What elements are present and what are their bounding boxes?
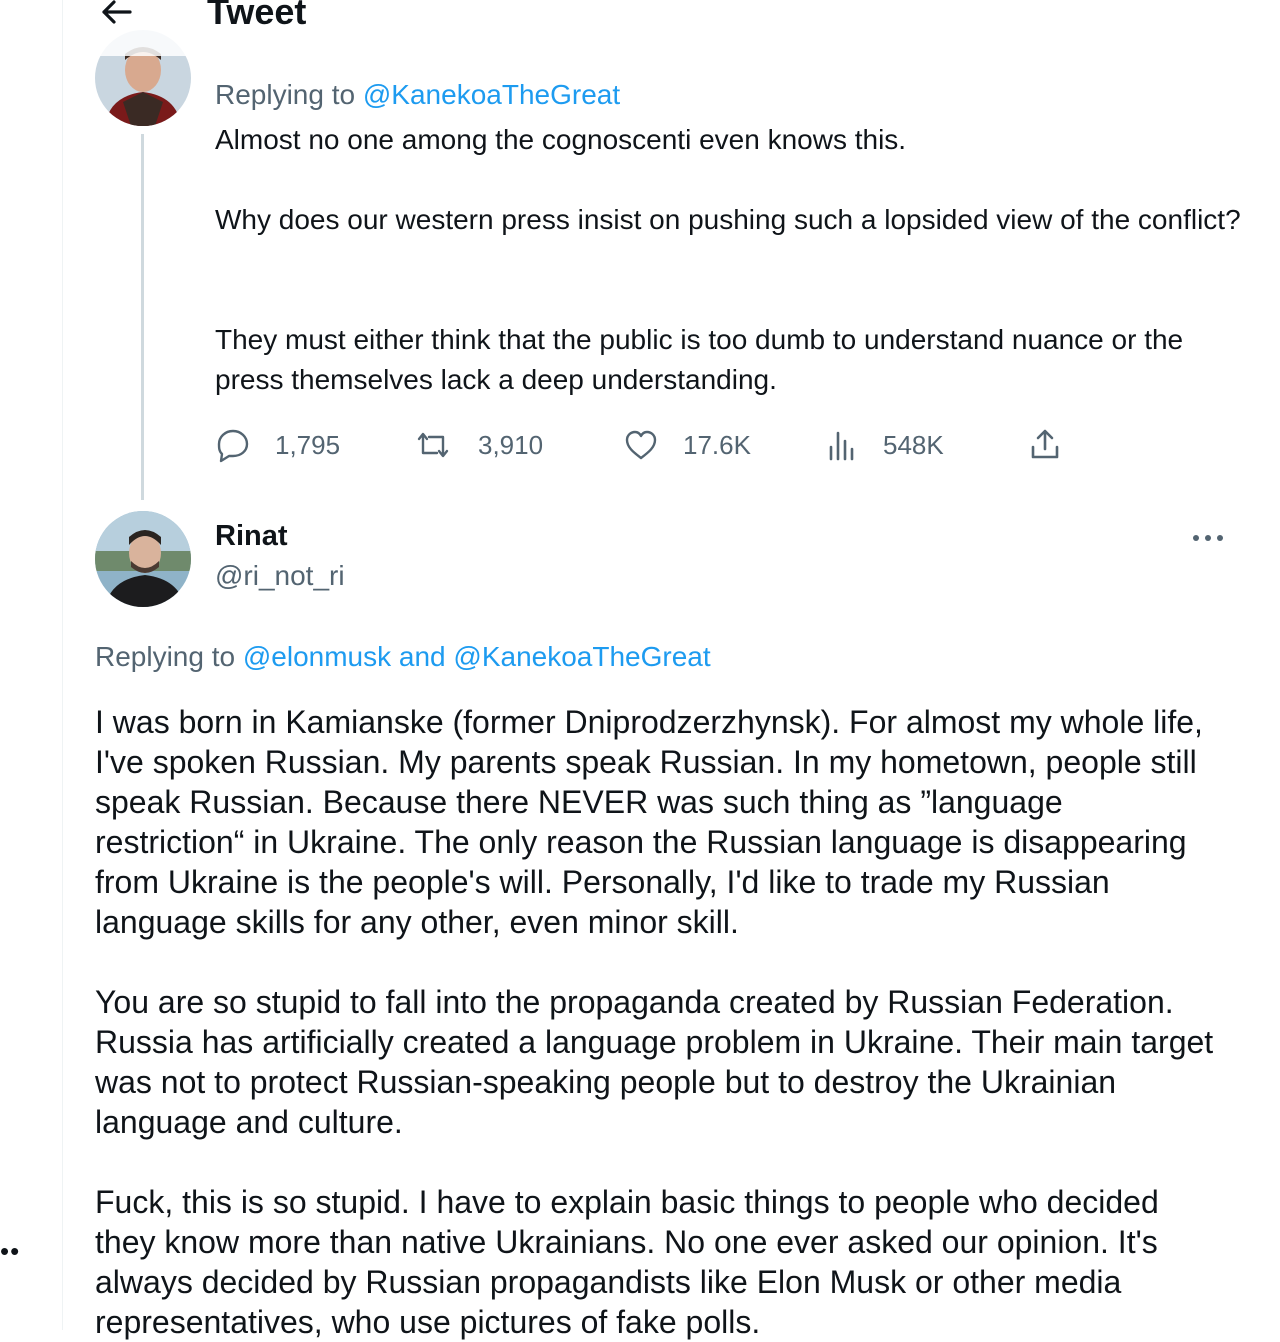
reply-count: 1,795 xyxy=(275,429,341,460)
analytics-icon xyxy=(829,431,854,461)
reply-tweet-paragraph-1: I was born in Kamianske (former Dniprodz… xyxy=(95,704,1203,940)
retweet-button[interactable]: 3,910 xyxy=(415,425,543,465)
reply-author-avatar[interactable] xyxy=(95,511,191,607)
thread-connector-line xyxy=(141,134,144,500)
replying-prefix: Replying to xyxy=(95,641,236,672)
reply-author-name[interactable]: Rinat xyxy=(215,518,288,554)
sidebar-more-dots[interactable]: •• xyxy=(0,1236,20,1267)
replying-mention-link[interactable]: @KanekoaTheGreat xyxy=(363,79,620,110)
column-divider xyxy=(62,0,63,1330)
parent-tweet-paragraph-3: They must either think that the public i… xyxy=(215,324,1184,395)
reply-replying-to: Replying to @elonmusk and @KanekoaTheGre… xyxy=(95,640,711,674)
share-icon xyxy=(1031,429,1059,459)
back-arrow-icon[interactable] xyxy=(96,0,136,32)
left-sidebar-edge xyxy=(0,0,62,1330)
views-count: 548K xyxy=(883,429,944,460)
replying-prefix: Replying to xyxy=(215,79,356,110)
parent-tweet-paragraph-2: Why does our western press insist on pus… xyxy=(215,204,1241,235)
parent-replying-to: Replying to @KanekoaTheGreat xyxy=(215,78,620,112)
reply-button[interactable]: 1,795 xyxy=(215,425,340,465)
reply-author-handle[interactable]: @ri_not_ri xyxy=(215,558,345,594)
retweet-icon xyxy=(417,432,449,458)
reply-tweet-paragraph-3: Fuck, this is so stupid. I have to expla… xyxy=(95,1184,1159,1340)
reply-icon xyxy=(217,429,249,463)
views-button[interactable]: 548K xyxy=(825,425,944,465)
heart-icon xyxy=(625,430,657,460)
reply-tweet-paragraph-2: You are so stupid to fall into the propa… xyxy=(95,984,1214,1140)
page-title: Tweet xyxy=(207,0,307,32)
replying-mentions-link[interactable]: @elonmusk and @KanekoaTheGreat xyxy=(243,641,711,672)
retweet-count: 3,910 xyxy=(478,429,544,460)
share-button[interactable] xyxy=(1027,425,1063,465)
like-button[interactable]: 17.6K xyxy=(623,425,751,465)
like-count: 17.6K xyxy=(683,429,751,460)
more-options-icon[interactable] xyxy=(1190,526,1226,550)
parent-tweet-paragraph-1: Almost no one among the cognoscenti even… xyxy=(215,124,907,155)
parent-tweet-actions: 1,795 3,910 17.6K 548K xyxy=(215,425,1085,465)
